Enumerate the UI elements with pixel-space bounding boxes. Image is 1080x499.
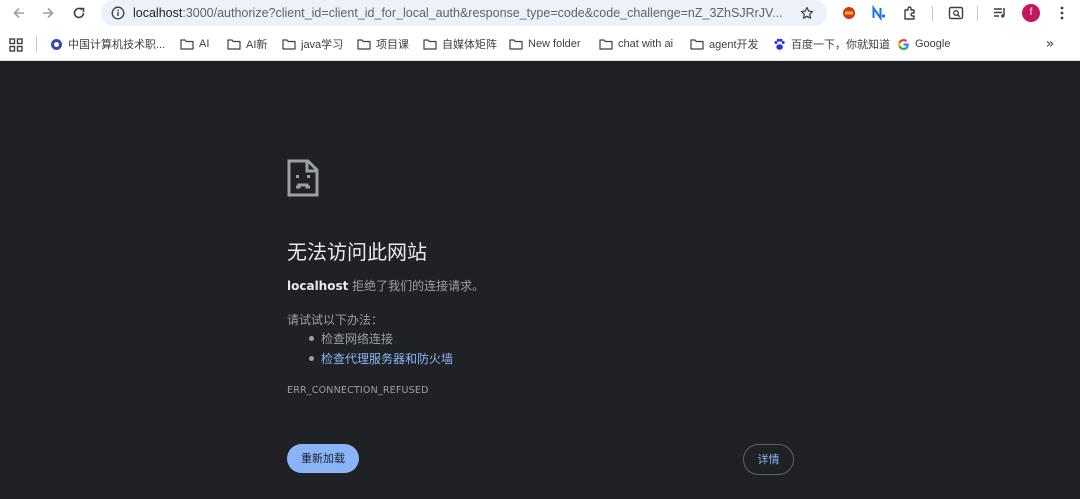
- bookmark-label: 自媒体矩阵: [442, 39, 497, 51]
- forward-button[interactable]: [37, 2, 59, 24]
- error-code: ERR_CONNECTION_REFUSED: [287, 385, 429, 396]
- bookmark-folder[interactable]: 项目课: [357, 27, 409, 61]
- bookmark-folder[interactable]: New folder: [509, 27, 581, 61]
- bookmarks-overflow-chevron-icon[interactable]: »: [1042, 36, 1058, 52]
- reload-button[interactable]: 重新加载: [287, 444, 359, 473]
- profile-avatar[interactable]: f: [1022, 4, 1040, 22]
- folder-icon: [282, 37, 296, 51]
- bookmark-label: 项目课: [376, 39, 409, 51]
- bookmarks-bar: 中国计算机技术职... AI AI新 java学习 项目课 自媒体矩阵 New …: [0, 27, 1080, 61]
- bookmark-label: 百度一下，你就知道: [791, 39, 890, 51]
- more-vert-icon: [1060, 6, 1064, 20]
- toolbar-separator: [932, 6, 933, 21]
- arrow-left-icon: [13, 7, 24, 19]
- bookmark-folder[interactable]: agent开发: [690, 27, 759, 61]
- bookmark-label: java学习: [301, 39, 344, 51]
- bullet-icon: [309, 336, 314, 341]
- suggestion-link[interactable]: 检查代理服务器和防火墙: [321, 350, 453, 367]
- bookmark-item[interactable]: 百度一下，你就知道: [772, 27, 890, 61]
- tab-search-button[interactable]: [946, 3, 966, 23]
- bookmark-label: AI: [199, 38, 210, 50]
- reload-icon: [73, 7, 85, 19]
- error-description-text: 拒绝了我们的连接请求。: [348, 279, 485, 293]
- toolbar-separator: [977, 6, 978, 21]
- bookmarks-divider: [36, 36, 37, 52]
- reload-toolbar-button[interactable]: [68, 2, 90, 24]
- extension-button-2[interactable]: [869, 3, 889, 23]
- bookmark-label: agent开发: [709, 39, 759, 51]
- translate-extension-icon: [843, 7, 855, 19]
- bookmark-folder[interactable]: AI新: [227, 27, 267, 61]
- error-title: 无法访问此网站: [287, 240, 427, 264]
- url-path: :3000/authorize?client_id=client_id_for_…: [182, 6, 783, 20]
- folder-icon: [599, 37, 613, 51]
- folder-icon: [357, 37, 371, 51]
- bookmark-label: AI新: [246, 39, 268, 51]
- bookmark-item[interactable]: 中国计算机技术职...: [49, 27, 165, 61]
- bookmark-star-button[interactable]: [798, 4, 816, 22]
- bookmark-folder[interactable]: AI: [180, 27, 209, 61]
- apps-grid-icon[interactable]: [8, 37, 24, 53]
- suggestions-heading: 请试试以下办法：: [287, 313, 384, 327]
- extensions-menu-button[interactable]: [900, 3, 920, 23]
- baidu-paw-icon: [772, 37, 786, 51]
- bookmark-label: New folder: [528, 38, 581, 50]
- folder-icon: [180, 37, 194, 51]
- bookmark-folder[interactable]: chat with ai: [599, 27, 673, 61]
- n-extension-icon: [872, 5, 886, 21]
- error-description: localhost 拒绝了我们的连接请求。: [287, 277, 484, 294]
- star-icon: [800, 6, 814, 19]
- site-info-button[interactable]: [109, 4, 127, 22]
- back-button[interactable]: [8, 2, 30, 24]
- info-icon: [111, 6, 125, 20]
- bullet-icon: [309, 356, 314, 361]
- google-icon: [896, 37, 910, 51]
- bookmark-item[interactable]: Google: [896, 27, 950, 61]
- bookmark-label: 中国计算机技术职...: [68, 39, 166, 51]
- playlist-icon: [994, 8, 1005, 18]
- suggestion-item: 检查网络连接: [309, 330, 393, 347]
- suggestion-link-item[interactable]: 检查代理服务器和防火墙: [309, 350, 453, 367]
- address-url[interactable]: localhost:3000/authorize?client_id=clien…: [133, 0, 789, 26]
- arrow-right-icon: [43, 7, 54, 19]
- error-host: localhost: [287, 279, 349, 293]
- extension-button-1[interactable]: [839, 3, 859, 23]
- address-bar[interactable]: localhost:3000/authorize?client_id=clien…: [101, 0, 827, 26]
- url-host: localhost: [133, 6, 183, 20]
- suggestion-text: 检查网络连接: [321, 332, 394, 346]
- reading-list-button[interactable]: [990, 3, 1010, 23]
- bookmark-folder[interactable]: java学习: [282, 27, 343, 61]
- sad-page-icon: [287, 159, 319, 197]
- site-favicon-icon: [49, 37, 63, 51]
- browser-toolbar: localhost:3000/authorize?client_id=clien…: [0, 0, 1080, 27]
- bookmark-label: Google: [915, 38, 951, 50]
- bookmark-folder[interactable]: 自媒体矩阵: [423, 27, 497, 61]
- folder-icon: [423, 37, 437, 51]
- folder-icon: [227, 37, 241, 51]
- tab-search-icon: [948, 6, 964, 20]
- bookmark-label: chat with ai: [618, 38, 674, 50]
- puzzle-icon: [904, 6, 915, 20]
- folder-icon: [690, 37, 704, 51]
- folder-icon: [509, 37, 523, 51]
- details-button[interactable]: 详情: [743, 444, 794, 475]
- browser-menu-button[interactable]: [1052, 3, 1072, 23]
